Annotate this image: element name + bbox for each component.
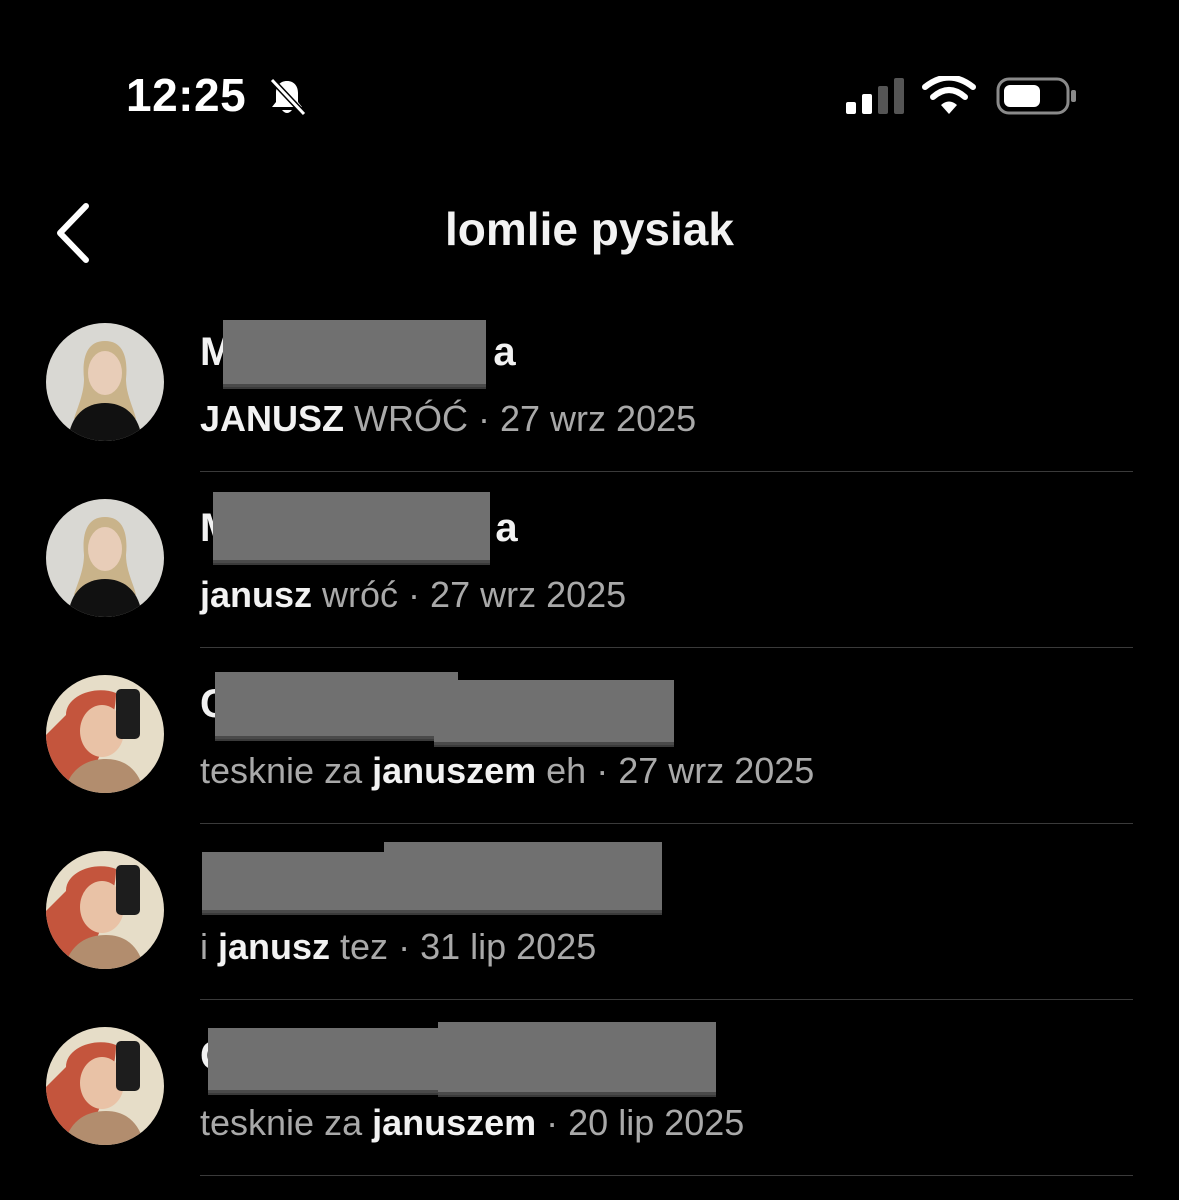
avatar [46, 323, 164, 441]
signal-icon [846, 78, 904, 114]
avatar [46, 851, 164, 969]
page-title: lomlie pysiak [445, 203, 734, 255]
conversation-preview: i janusz tez · 31 lip 2025 [200, 926, 597, 967]
conversation-preview: tesknie za januszem eh · 27 wrz 2025 [200, 750, 815, 791]
redaction-block [384, 842, 662, 913]
redaction-block [213, 492, 490, 563]
divider [200, 999, 1133, 1000]
conversation-row[interactable]: Ma janusz wróć · 27 wrz 2025 [0, 476, 1179, 652]
avatar [46, 499, 164, 617]
status-bar: 12:25 [0, 0, 1179, 150]
conversation-preview: tesknie za januszem · 20 lip 2025 [200, 1102, 745, 1143]
conversation-list: Ma JANUSZ WRÓĆ · 27 wrz 2025 Ma janusz w… [0, 300, 1179, 1180]
conversation-row[interactable]: C tesknie za januszem eh · 27 wrz 2025 [0, 652, 1179, 828]
conversation-row[interactable]: C tesknie za januszem · 20 lip 2025 [0, 1004, 1179, 1180]
conversation-preview: JANUSZ WRÓĆ · 27 wrz 2025 [200, 398, 697, 439]
bell-muted-icon [269, 77, 307, 117]
avatar [46, 1027, 164, 1145]
wifi-icon [922, 76, 976, 114]
redaction-block [223, 320, 486, 387]
redaction-block [215, 672, 458, 739]
battery-icon [996, 77, 1076, 115]
conversation-row[interactable]: Ma JANUSZ WRÓĆ · 27 wrz 2025 [0, 300, 1179, 476]
divider [200, 647, 1133, 648]
avatar [46, 675, 164, 793]
conversation-row[interactable]: i janusz tez · 31 lip 2025 [0, 828, 1179, 1004]
conversation-preview: janusz wróć · 27 wrz 2025 [200, 574, 627, 615]
redaction-block [434, 680, 674, 745]
divider [200, 823, 1133, 824]
divider [200, 471, 1133, 472]
status-time: 12:25 [126, 69, 247, 121]
divider [200, 1175, 1133, 1176]
redaction-block [438, 1022, 716, 1095]
redaction-block [208, 1028, 452, 1093]
redaction-block [202, 852, 392, 913]
